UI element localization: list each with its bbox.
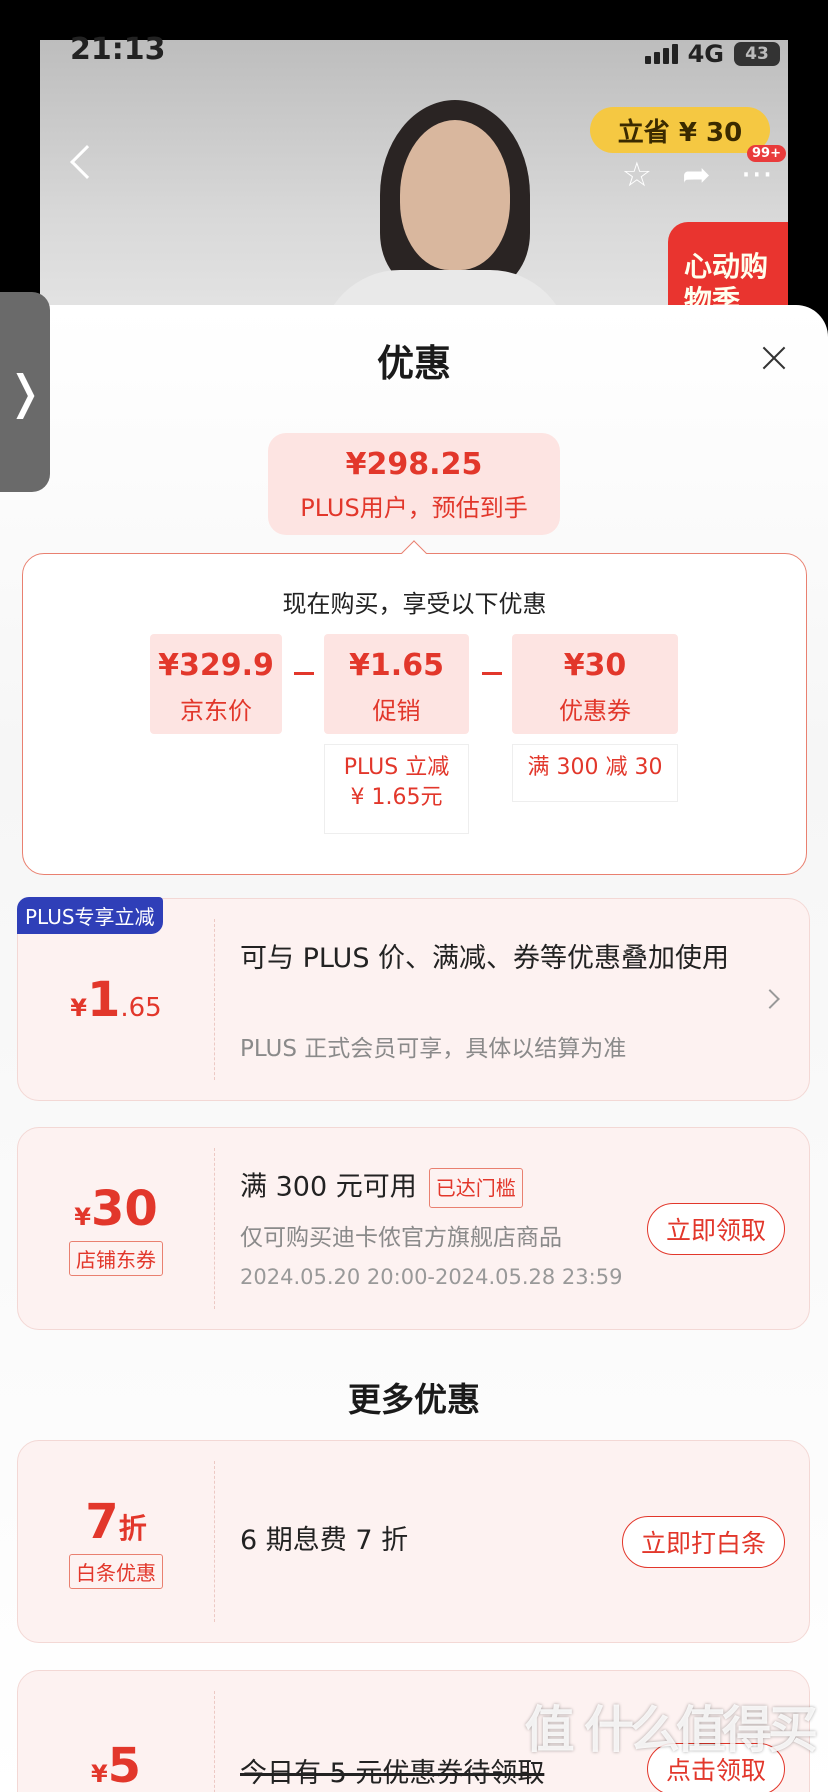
status-time: 21:13 bbox=[70, 32, 166, 67]
baitiao-amount-area: 7折 白条优惠 bbox=[18, 1441, 214, 1642]
plus-tag: PLUS专享立减 bbox=[17, 897, 163, 934]
coupon-divider bbox=[214, 1691, 215, 1792]
status-right: 4G 43 bbox=[644, 40, 780, 68]
chevron-right-icon[interactable] bbox=[760, 989, 780, 1009]
five-main-text: 今日有 5 元优惠券待领取 bbox=[240, 1758, 545, 1789]
shop-main-text: 满 300 元可用 已达门槛 bbox=[240, 1168, 523, 1208]
five-amount: ¥5 bbox=[90, 1738, 142, 1792]
coupon-divider bbox=[214, 1461, 215, 1622]
top-icons: ☆ ➦ ··· bbox=[622, 155, 773, 195]
coupon-divider bbox=[214, 1148, 215, 1309]
estimate-price: ¥298.25 bbox=[345, 447, 483, 482]
plus-discount-card[interactable]: ¥1.65 PLUS专享立减 可与 PLUS 价、满减、券等优惠叠加使用 PLU… bbox=[17, 897, 810, 1101]
sheet-title: 优惠 bbox=[377, 342, 451, 385]
calc-label: 促销 bbox=[372, 697, 421, 725]
use-baitiao-button[interactable]: 立即打白条 bbox=[621, 1516, 785, 1568]
model-photo bbox=[320, 100, 570, 340]
watermark: 值 什么值得买 bbox=[524, 1701, 818, 1759]
minus-icon bbox=[294, 672, 314, 675]
plus-amount: ¥1.65 bbox=[70, 971, 162, 1028]
shop-sub-text: 仅可购买迪卡侬官方旗舰店商品 bbox=[240, 1225, 562, 1251]
threshold-reached-badge: 已达门槛 bbox=[428, 1168, 523, 1208]
shop-coupon-tag: 店铺东券 bbox=[69, 1241, 163, 1276]
model-face bbox=[400, 120, 510, 270]
more-discounts-title: 更多优惠 bbox=[348, 1380, 480, 1419]
network-label: 4G bbox=[687, 40, 724, 68]
calc-item-jd-price: ¥329.9 京东价 bbox=[150, 634, 282, 734]
shop-coupon-card: ¥30 店铺东券 满 300 元可用 已达门槛 仅可购买迪卡侬官方旗舰店商品 20… bbox=[17, 1127, 810, 1330]
estimate-box: ¥298.25 PLUS用户，预估到手 bbox=[268, 433, 560, 535]
plus-main-text: 可与 PLUS 价、满减、券等优惠叠加使用 bbox=[240, 943, 730, 974]
signal-icon bbox=[644, 44, 678, 64]
estimate-label: PLUS用户，预估到手 bbox=[300, 494, 528, 522]
calculation-card: 现在购买，享受以下优惠 ¥329.9 京东价 ¥1.65 促销 PLUS 立减 … bbox=[22, 553, 807, 875]
calc-title: 现在购买，享受以下优惠 bbox=[282, 590, 547, 618]
calc-amount: ¥329.9 bbox=[158, 648, 274, 683]
calc-note-promo: PLUS 立减 ¥ 1.65元 bbox=[324, 744, 469, 834]
calc-label: 优惠券 bbox=[559, 697, 631, 725]
chevron-right-icon: ❭ bbox=[5, 365, 45, 419]
calc-amount: ¥30 bbox=[563, 648, 627, 683]
shop-date-text: 2024.05.20 20:00-2024.05.28 23:59 bbox=[240, 1265, 623, 1289]
five-amount-area: ¥5 bbox=[18, 1711, 214, 1792]
claim-coupon-button[interactable]: 立即领取 bbox=[646, 1203, 785, 1255]
calc-note-coupon: 满 300 减 30 bbox=[512, 744, 678, 802]
star-icon[interactable]: ☆ bbox=[622, 155, 652, 195]
shop-condition: 满 300 元可用 bbox=[240, 1171, 417, 1203]
baitiao-amount: 7折 bbox=[85, 1494, 147, 1550]
calc-label: 京东价 bbox=[180, 697, 252, 725]
close-icon[interactable] bbox=[760, 345, 788, 373]
message-badge: 99+ bbox=[747, 145, 786, 162]
baitiao-main-text: 6 期息费 7 折 bbox=[240, 1525, 409, 1556]
calc-item-promo: ¥1.65 促销 bbox=[324, 634, 469, 734]
baitiao-tag: 白条优惠 bbox=[69, 1554, 163, 1589]
coupon-divider bbox=[214, 919, 215, 1080]
shop-amount: ¥30 bbox=[74, 1181, 158, 1237]
baitiao-card: 7折 白条优惠 6 期息费 7 折 立即打白条 bbox=[17, 1440, 810, 1643]
share-icon[interactable]: ➦ bbox=[682, 155, 711, 195]
save-badge: 立省 ¥ 30 bbox=[590, 107, 770, 153]
calc-amount: ¥1.65 bbox=[349, 648, 444, 683]
calc-item-coupon: ¥30 优惠券 bbox=[512, 634, 678, 734]
battery-icon: 43 bbox=[734, 42, 780, 66]
side-expand-tab[interactable]: ❭ bbox=[0, 292, 50, 492]
shop-amount-area: ¥30 店铺东券 bbox=[18, 1128, 214, 1329]
discount-sheet: 优惠 ¥298.25 PLUS用户，预估到手 现在购买，享受以下优惠 ¥329.… bbox=[0, 305, 828, 1792]
minus-icon bbox=[482, 672, 502, 675]
plus-sub-text: PLUS 正式会员可享，具体以结算为准 bbox=[240, 1036, 627, 1062]
